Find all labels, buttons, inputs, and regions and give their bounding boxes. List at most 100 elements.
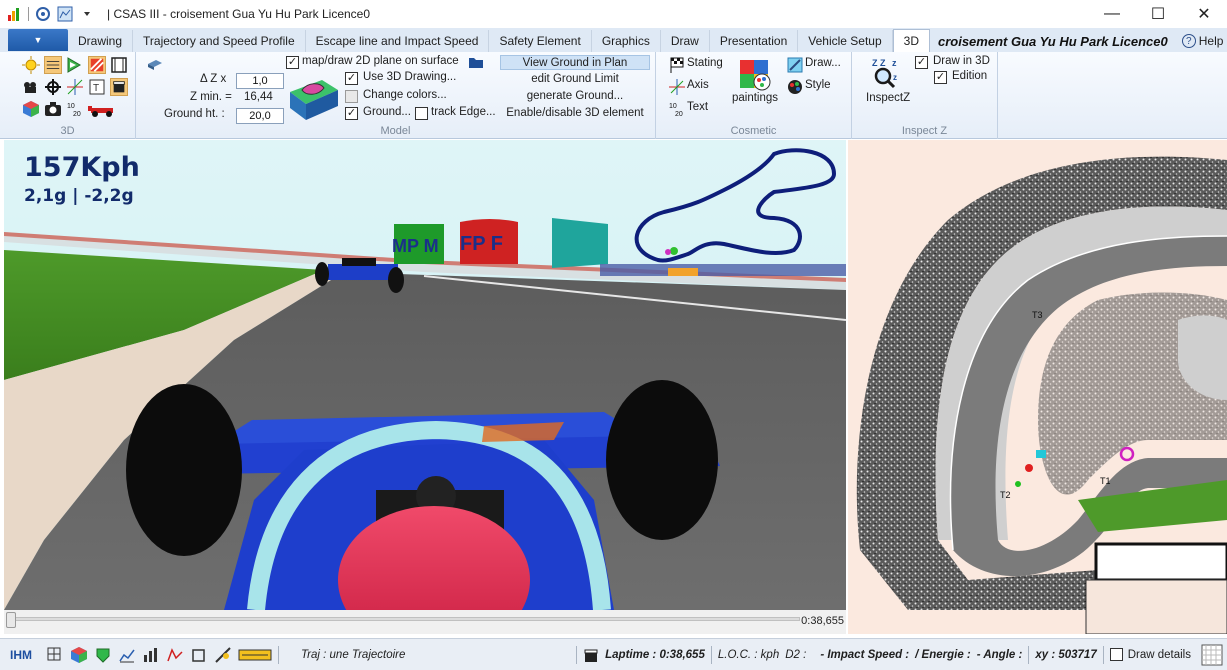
hatch-icon[interactable]: [88, 56, 106, 74]
tab-vehicle-setup[interactable]: Vehicle Setup: [798, 30, 893, 52]
paintings-icon[interactable]: [738, 58, 772, 92]
energie-readout: / Energie :: [915, 648, 971, 661]
photo-camera-icon[interactable]: [44, 100, 62, 118]
svg-text:z: z: [893, 73, 897, 82]
box-select-icon[interactable]: [190, 646, 208, 664]
timeline-slider[interactable]: 0:38,655: [4, 610, 846, 634]
tab-drawing[interactable]: Drawing: [68, 30, 134, 52]
chart-line-icon[interactable]: [118, 646, 136, 664]
map-draw-label: map/draw 2D plane on surface: [302, 55, 459, 67]
draw-in-3d-checkbox[interactable]: ✓: [915, 56, 928, 69]
flag-arrow-icon[interactable]: [66, 56, 84, 74]
close-button[interactable]: ✕: [1181, 0, 1227, 28]
camera-icon[interactable]: [22, 78, 40, 96]
angle-readout: - Angle :: [976, 648, 1023, 661]
grid-view-icon[interactable]: [1201, 644, 1223, 666]
draw-details-checkbox[interactable]: [1109, 648, 1123, 661]
crosshair-icon[interactable]: [44, 78, 62, 96]
minimize-button[interactable]: —: [1089, 0, 1135, 28]
edition-checkbox[interactable]: ✓: [934, 71, 947, 84]
terrain-model-icon[interactable]: [288, 74, 340, 122]
impact-speed-readout: - Impact Speed :: [820, 648, 910, 661]
tab-presentation[interactable]: Presentation: [710, 30, 799, 52]
tab-escape-line[interactable]: Escape line and Impact Speed: [306, 30, 490, 52]
sliders-icon[interactable]: [44, 56, 62, 74]
timeline-thumb[interactable]: [6, 612, 16, 628]
layer-icon[interactable]: [146, 56, 164, 74]
sun-light-icon[interactable]: [22, 56, 40, 74]
chart-bars-icon[interactable]: [142, 646, 160, 664]
ruler-icon[interactable]: [214, 646, 232, 664]
axis-label[interactable]: Axis: [687, 79, 709, 91]
settings-icon[interactable]: [35, 6, 51, 22]
change-colors-checkbox[interactable]: [345, 90, 358, 103]
qat-dropdown-icon[interactable]: [79, 6, 95, 22]
axis-icon[interactable]: [668, 78, 686, 96]
window-controls: — ☐ ✕: [1089, 0, 1227, 28]
svg-text:20: 20: [73, 111, 81, 118]
ground-height-input[interactable]: [236, 108, 284, 124]
svg-text:z: z: [892, 58, 897, 68]
text-box-icon[interactable]: T: [88, 78, 106, 96]
text-counter-icon[interactable]: 1020: [668, 100, 686, 118]
shield-view-icon[interactable]: [94, 646, 112, 664]
ground-checkbox[interactable]: ✓: [345, 107, 358, 120]
help-icon: ?: [1181, 34, 1196, 48]
draw-label[interactable]: Draw...: [805, 57, 841, 69]
maximize-button[interactable]: ☐: [1135, 0, 1181, 28]
dz-label: Δ Z x: [200, 73, 227, 85]
paintings-label[interactable]: paintings: [732, 92, 778, 104]
tab-graphics[interactable]: Graphics: [592, 30, 661, 52]
stating-flag-icon[interactable]: [668, 56, 686, 74]
plan-view[interactable]: T3 T2 T1: [848, 140, 1227, 634]
save-map-icon[interactable]: [57, 6, 73, 22]
clapper-icon[interactable]: [110, 78, 128, 96]
inspectz-magnifier-icon[interactable]: Z Z z z: [870, 56, 902, 90]
generate-ground-button[interactable]: generate Ground...: [500, 89, 650, 104]
timeline-track[interactable]: [8, 617, 800, 621]
tab-safety-element[interactable]: Safety Element: [489, 30, 592, 52]
track-edge-label: track Edge...: [431, 106, 496, 118]
timeline-time: 0:38,655: [801, 615, 844, 627]
inspectz-label[interactable]: InspectZ: [866, 92, 910, 104]
map-draw-checkbox[interactable]: ✓: [286, 56, 299, 69]
edit-ground-limit-button[interactable]: edit Ground Limit: [500, 72, 650, 87]
3d-scene: MP M FP F: [4, 140, 846, 610]
3d-viewport[interactable]: MP M FP F 157Kph 2,1g | -2,2g: [4, 140, 846, 610]
track-edge-checkbox[interactable]: [415, 107, 428, 120]
d2-readout: D2 :: [785, 648, 807, 661]
loc-readout: L.O.C. : kph: [717, 648, 780, 661]
draw-brush-icon[interactable]: [786, 56, 804, 74]
folder-icon[interactable]: [468, 55, 484, 69]
view-ground-in-plan-button[interactable]: View Ground in Plan: [500, 55, 650, 70]
film-icon[interactable]: [110, 56, 128, 74]
tab-3d[interactable]: 3D: [892, 29, 930, 52]
zoom-grid-icon[interactable]: [46, 646, 64, 664]
text-label[interactable]: Text: [687, 101, 708, 113]
counter-icon[interactable]: 1020: [66, 100, 84, 118]
graph-peaks-icon[interactable]: [166, 646, 184, 664]
trajectory-label: Traj : une Trajectoire: [301, 648, 406, 661]
group-3d: T 10 20 3D: [0, 52, 136, 139]
race-car-icon[interactable]: [88, 100, 116, 118]
group-model: Δ Z x Z min. = 16,44 Ground ht. : ✓ map/…: [136, 52, 656, 139]
help-button[interactable]: ? Help: [1181, 30, 1223, 52]
tab-trajectory[interactable]: Trajectory and Speed Profile: [133, 30, 306, 52]
draw-in-3d-label: Draw in 3D: [933, 55, 990, 67]
style-palette-icon[interactable]: [786, 78, 804, 96]
tab-draw[interactable]: Draw: [661, 30, 710, 52]
clapper-status-icon[interactable]: [583, 647, 599, 663]
enable-3d-element-button[interactable]: Enable/disable 3D element: [500, 106, 650, 121]
ihm-label[interactable]: IHM: [10, 648, 32, 662]
cube-icon[interactable]: [22, 100, 40, 118]
style-label[interactable]: Style: [805, 79, 831, 91]
xy-readout: xy : 503717: [1035, 648, 1097, 661]
stating-label[interactable]: Stating: [687, 57, 723, 69]
distance-icon[interactable]: [238, 646, 272, 664]
turn-label-t1: T1: [1100, 476, 1111, 486]
cube-view-icon[interactable]: [70, 646, 88, 664]
file-menu-button[interactable]: ▼: [8, 29, 68, 51]
use-3d-drawing-checkbox[interactable]: ✓: [345, 72, 358, 85]
dz-input[interactable]: [236, 73, 284, 89]
axes-icon[interactable]: [66, 78, 84, 96]
